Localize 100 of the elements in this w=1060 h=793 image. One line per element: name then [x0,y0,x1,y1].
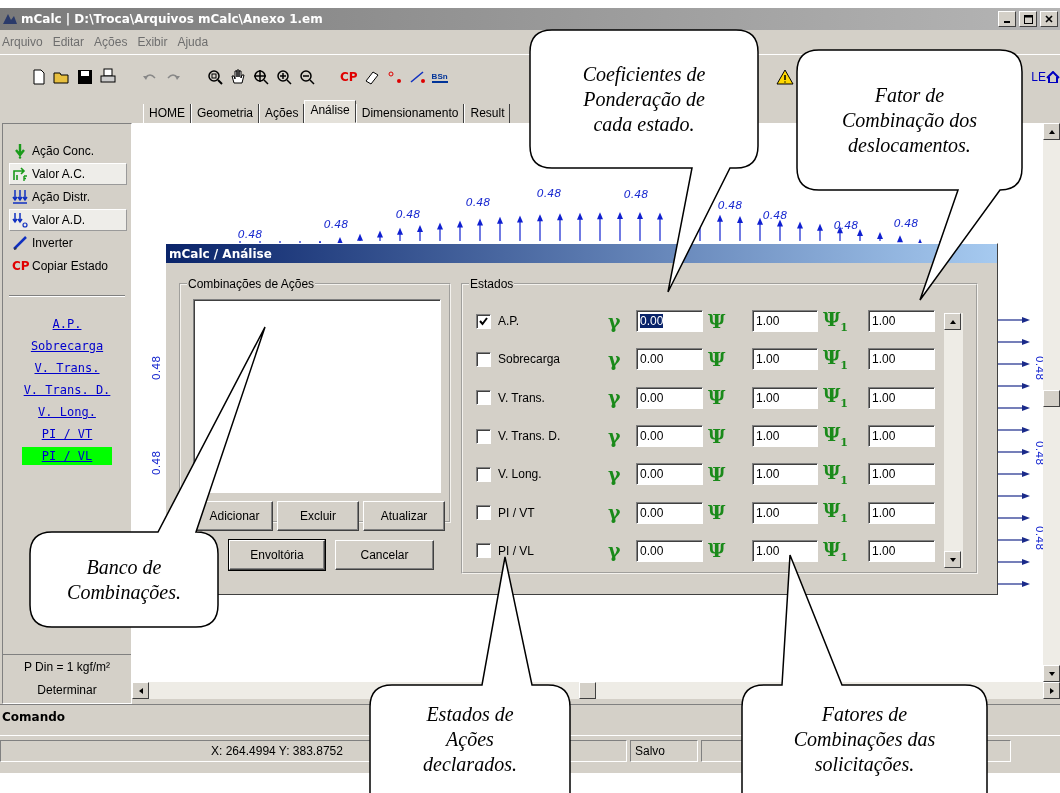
down-arrow-icon [12,143,28,159]
psi1-field[interactable]: 1.00 [868,310,935,333]
callout-text: Banco de Combinações. [67,554,181,605]
gamma-symbol: γ [607,426,622,446]
maximize-button[interactable] [1019,11,1037,27]
warning-icon[interactable] [775,68,794,86]
gamma-symbol: γ [607,388,622,408]
load-state-link[interactable]: V. Long. [38,403,96,421]
psi-field[interactable]: 1.00 [752,386,818,409]
vertical-scrollbar[interactable] [1043,123,1060,682]
printer-icon[interactable] [99,68,117,86]
checkbox[interactable] [476,543,491,559]
hand-icon[interactable] [229,68,247,86]
load-label: 0.48 [237,228,263,241]
tool-button[interactable]: Valor A.D. [9,209,127,231]
load-label: 0.48 [893,217,919,230]
scroll-left-button[interactable] [132,682,149,699]
checkbox[interactable] [476,505,491,521]
state-label: PI / VL [498,543,536,558]
gamma-field[interactable]: 0.00 [636,425,703,448]
node-icon[interactable] [385,68,404,86]
gamma-field[interactable]: 0.00 [636,310,703,333]
dialog-button[interactable]: Excluir [277,501,359,531]
gamma-field[interactable]: 0.00 [636,539,703,562]
scroll-up-button[interactable] [1043,123,1060,140]
new-file-icon[interactable] [30,68,48,86]
checkbox[interactable] [476,390,491,406]
dialog-button[interactable]: Adicionar [196,501,273,531]
checkbox[interactable] [476,313,491,329]
psi-field[interactable]: 1.00 [752,463,818,486]
save-status: Salvo [630,740,698,762]
psi1-field[interactable]: 1.00 [868,348,935,371]
load-state-link[interactable]: V. Trans. D. [23,381,111,399]
psi-field[interactable]: 1.00 [752,310,818,333]
gamma-field[interactable]: 0.00 [636,386,703,409]
gamma-field[interactable]: 0.00 [636,348,703,371]
checkbox[interactable] [476,428,491,444]
tool-button[interactable]: Inverter [9,232,127,254]
tool-button[interactable]: CP Copiar Estado [9,255,127,277]
psi1-field[interactable]: 1.00 [868,386,935,409]
le-tool[interactable]: LE [1031,70,1060,84]
checkbox[interactable] [476,351,491,367]
psi-symbol: Ψ [707,426,727,446]
load-label: 0.48 [536,187,562,200]
dialog-button[interactable]: Envoltória [229,540,325,570]
zoom-extents-icon[interactable] [252,68,270,86]
scroll-down-button[interactable] [1043,665,1060,682]
scroll-thumb[interactable] [1043,390,1060,407]
psi-field[interactable]: 1.00 [752,425,818,448]
psi-field[interactable]: 1.00 [752,539,818,562]
scroll-down-button[interactable] [944,551,961,568]
callout-text: Coeficientes de Ponderação de cada estado. [582,61,706,137]
psi-symbol: Ψ [707,388,727,408]
combinations-list[interactable] [193,299,441,493]
load-state-link[interactable]: V. Trans. [34,359,100,377]
group-title: Combinações de Ações [187,277,316,291]
load-state-link[interactable]: A.P. [52,315,82,333]
zoom-in-icon[interactable] [275,68,293,86]
psi1-field[interactable]: 1.00 [868,425,935,448]
psi-symbol: Ψ [707,464,727,484]
gamma-field[interactable]: 0.00 [636,501,703,524]
psi-symbol: Ψ [707,311,727,331]
load-state-link[interactable]: Sobrecarga [30,337,104,355]
psi1-field[interactable]: 1.00 [868,539,935,562]
scroll-thumb[interactable] [579,682,596,699]
psi-field[interactable]: 1.00 [752,348,818,371]
bar-icon[interactable] [408,68,427,86]
save-icon[interactable] [76,68,94,86]
psi1-field[interactable]: 1.00 [868,463,935,486]
vertical-scrollbar[interactable] [944,313,963,568]
menu-item[interactable]: Ajuda [177,35,209,49]
scroll-right-button[interactable] [1043,682,1060,699]
load-state-link[interactable]: PI / VL [22,447,112,465]
scroll-up-button[interactable] [944,313,961,330]
psi1-field[interactable]: 1.00 [868,501,935,524]
tool-button[interactable]: Ação Distr. [9,186,127,208]
zoom-out-icon[interactable] [298,68,316,86]
state-label: V. Long. [498,467,543,482]
psi1-symbol: Ψ$_{1}$ [822,462,849,486]
group-title: Estados [469,277,515,291]
gamma-field[interactable]: 0.00 [636,463,703,486]
double-arrow-icon [12,212,28,228]
psi-symbol: Ψ [707,541,727,561]
state-label: V. Trans. D. [498,429,562,444]
close-button[interactable] [1040,11,1058,27]
psi-field[interactable]: 1.00 [752,501,818,524]
dialog-button[interactable]: Atualizar [363,501,445,531]
checkbox[interactable] [476,466,491,482]
command-label: Comando [2,710,66,724]
tab[interactable]: Análise [304,100,356,123]
load-state-link[interactable]: PI / VT [41,425,93,443]
psi1-symbol: Ψ$_{1}$ [822,539,849,563]
tool-button[interactable]: Ação Conc. [9,140,127,162]
minimize-button[interactable] [998,11,1016,27]
load-label: 0.48 [762,209,788,222]
load-label: 0.48 [623,188,649,201]
zoom-window-icon[interactable] [206,68,224,86]
tool-button[interactable]: Valor A.C. [9,163,127,185]
dialog-button[interactable]: Cancelar [335,540,434,570]
bsn-tool[interactable]: BSn [431,71,448,83]
